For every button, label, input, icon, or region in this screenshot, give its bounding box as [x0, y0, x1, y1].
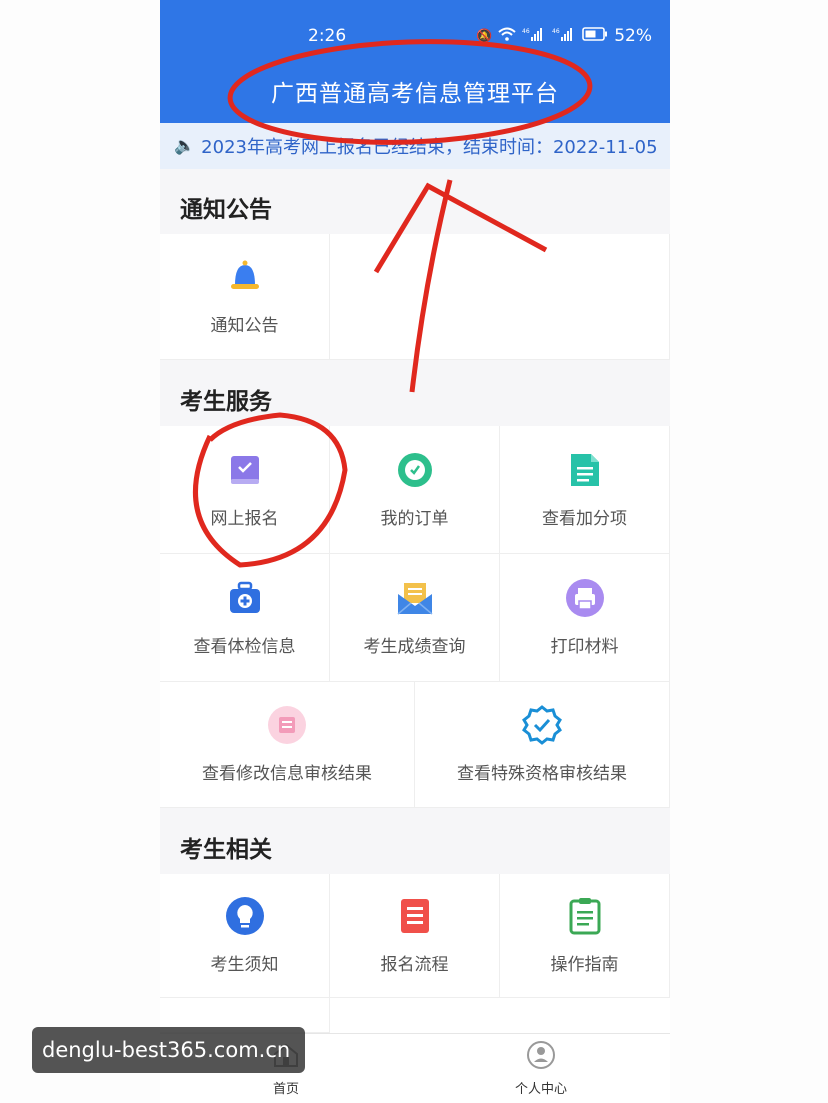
- related-exam-notice[interactable]: 考生须知: [160, 874, 330, 998]
- bell-icon: [225, 257, 265, 297]
- watermark: denglu-best365.com.cn: [32, 1027, 305, 1073]
- wifi-icon: [498, 27, 516, 45]
- notices-empty-cell: [330, 234, 670, 360]
- service-special-qualification[interactable]: 查看特殊资格审核结果: [415, 682, 670, 808]
- signal-icon: 46: [522, 27, 546, 45]
- signal-type-2: 46: [552, 28, 560, 35]
- related-label: 考生须知: [210, 955, 279, 975]
- phone-screen: 2:26 🔕 46 46 52% 广西普通高考信息管理平台 🔈 2023年高考网…: [160, 0, 670, 1103]
- process-doc-icon: [395, 896, 435, 936]
- right-background: [670, 0, 828, 1103]
- app-header: 2:26 🔕 46 46 52% 广西普通高考信息管理平台: [160, 0, 670, 123]
- app-title: 广西普通高考信息管理平台: [271, 81, 559, 107]
- clipboard-guide-icon: [565, 896, 605, 936]
- related-registration-process[interactable]: 报名流程: [330, 874, 500, 998]
- printer-icon: [565, 578, 605, 618]
- envelope-letter-icon: [395, 578, 435, 618]
- section-title-notices: 通知公告: [180, 197, 272, 223]
- service-label: 网上报名: [210, 509, 279, 529]
- service-label: 考生成绩查询: [363, 637, 466, 657]
- service-online-registration[interactable]: 网上报名: [160, 426, 330, 554]
- related-operation-guide[interactable]: 操作指南: [500, 874, 670, 998]
- service-label: 我的订单: [380, 509, 449, 529]
- signal-type-1: 46: [522, 28, 530, 35]
- speaker-icon: 🔈: [174, 136, 196, 156]
- edit-review-icon: [267, 705, 307, 745]
- service-label: 查看加分项: [542, 509, 627, 529]
- order-clock-icon: [395, 450, 435, 490]
- status-icons: 🔕 46 46 52%: [476, 26, 652, 46]
- notice-text: 2023年高考网上报名已经结束，结束时间：2022-11-05: [201, 137, 658, 158]
- service-medical-info[interactable]: 查看体检信息: [160, 554, 330, 682]
- service-my-orders[interactable]: 我的订单: [330, 426, 500, 554]
- tab-home-label: 首页: [272, 1082, 299, 1097]
- medical-kit-icon: [225, 578, 265, 618]
- service-score-query[interactable]: 考生成绩查询: [330, 554, 500, 682]
- profile-icon: [526, 1040, 556, 1074]
- status-time: 2:26: [308, 26, 347, 46]
- notices-item[interactable]: 通知公告: [160, 234, 330, 360]
- section-title-services: 考生服务: [180, 389, 272, 415]
- tab-profile-label: 个人中心: [514, 1082, 567, 1097]
- battery-icon: [582, 27, 608, 45]
- left-background: [0, 0, 160, 1103]
- lightbulb-icon: [225, 896, 265, 936]
- status-bar: 2:26 🔕 46 46 52%: [160, 24, 670, 52]
- registration-book-icon: [225, 450, 265, 490]
- service-print-materials[interactable]: 打印材料: [500, 554, 670, 682]
- mute-icon: 🔕: [476, 28, 493, 44]
- signal-icon-2: 46: [552, 27, 576, 45]
- related-label: 报名流程: [380, 955, 449, 975]
- service-modify-review[interactable]: 查看修改信息审核结果: [160, 682, 415, 808]
- service-bonus-points[interactable]: 查看加分项: [500, 426, 670, 554]
- document-list-icon: [565, 450, 605, 490]
- battery-percent: 52%: [614, 26, 652, 46]
- service-label: 查看修改信息审核结果: [202, 764, 372, 784]
- service-label: 查看体检信息: [193, 637, 296, 657]
- verified-badge-icon: [522, 705, 562, 745]
- service-label: 查看特殊资格审核结果: [457, 764, 627, 784]
- related-label: 操作指南: [550, 955, 619, 975]
- service-label: 打印材料: [550, 637, 619, 657]
- section-title-related: 考生相关: [180, 837, 272, 863]
- notice-marquee[interactable]: 🔈 2023年高考网上报名已经结束，结束时间：2022-11-05: [160, 123, 670, 169]
- services-card: 网上报名 我的订单 查看加分项 查看体检信息 考生成绩查询 打印材料 查看修改信…: [160, 426, 670, 808]
- related-card: 考生须知 报名流程 操作指南: [160, 874, 670, 1033]
- tab-profile[interactable]: 个人中心: [466, 1040, 616, 1097]
- notices-card: 通知公告: [160, 234, 670, 360]
- notices-item-label: 通知公告: [210, 316, 279, 336]
